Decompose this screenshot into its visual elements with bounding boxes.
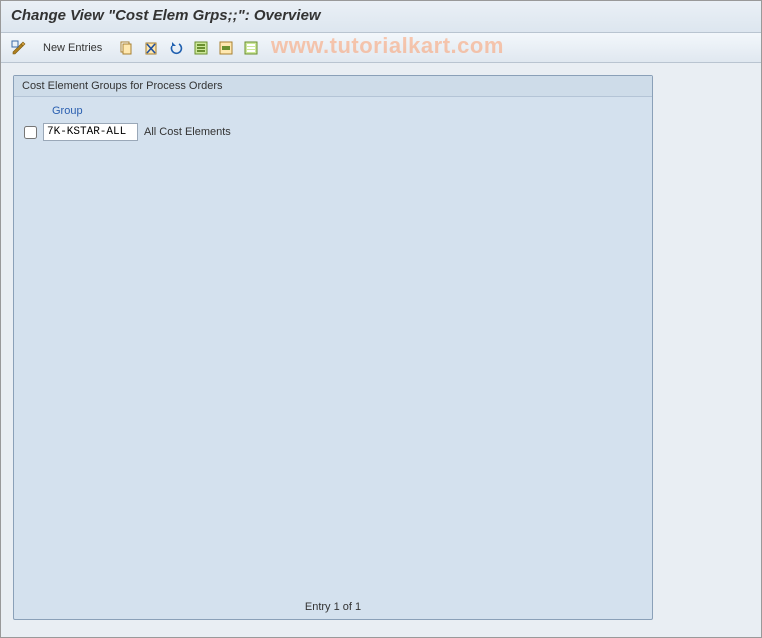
row-select-checkbox[interactable]: [24, 126, 37, 139]
page-title: Change View "Cost Elem Grps;;": Overview: [11, 7, 751, 24]
column-header-group: Group: [24, 101, 642, 121]
panel-title: Cost Element Groups for Process Orders: [14, 76, 652, 97]
copy-icon[interactable]: [116, 38, 136, 58]
toolbar: New Entries: [1, 33, 761, 63]
deselect-all-icon[interactable]: [241, 38, 261, 58]
toggle-edit-icon[interactable]: [9, 38, 29, 58]
select-block-icon[interactable]: [216, 38, 236, 58]
panel-footer: Entry 1 of 1: [14, 595, 652, 619]
new-entries-button[interactable]: New Entries: [34, 39, 111, 57]
table-row: All Cost Elements: [24, 121, 642, 143]
row-description: All Cost Elements: [144, 126, 231, 138]
panel-body: Group All Cost Elements: [14, 97, 652, 595]
group-input[interactable]: [43, 123, 138, 141]
title-bar: Change View "Cost Elem Grps;;": Overview: [1, 1, 761, 33]
cost-element-groups-panel: Cost Element Groups for Process Orders G…: [13, 75, 653, 620]
undo-icon[interactable]: [166, 38, 186, 58]
select-all-icon[interactable]: [191, 38, 211, 58]
content-area: Cost Element Groups for Process Orders G…: [1, 63, 761, 632]
delete-icon[interactable]: [141, 38, 161, 58]
